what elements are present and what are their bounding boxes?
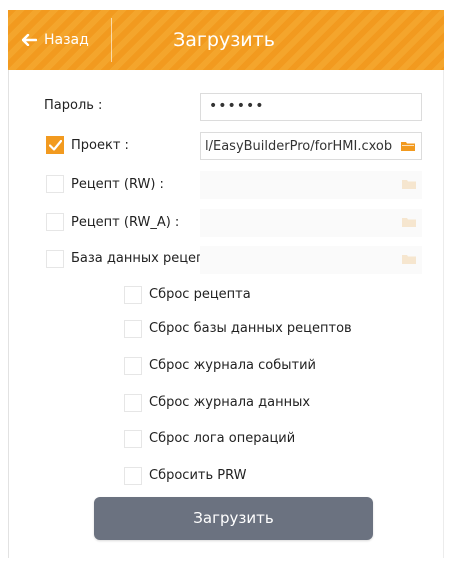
project-path-field[interactable]: l/EasyBuilderPro/forHMI.cxob bbox=[200, 132, 422, 160]
recipe-rw-checkbox[interactable] bbox=[46, 175, 64, 193]
reset-data-log-label: Сброс журнала данных bbox=[149, 395, 311, 410]
upload-button[interactable]: Загрузить bbox=[94, 497, 373, 540]
reset-operation-log-label: Сброс лога операций bbox=[149, 431, 296, 446]
back-label: Назад bbox=[44, 32, 89, 48]
folder-icon[interactable] bbox=[401, 141, 415, 151]
folder-icon bbox=[402, 255, 416, 264]
reset-recipe-db-label: Сброс базы данных рецептов bbox=[149, 321, 352, 336]
checkmark-icon bbox=[49, 140, 62, 151]
reset-recipe-db-checkbox[interactable] bbox=[124, 320, 142, 338]
folder-icon bbox=[402, 180, 416, 189]
reset-data-log-checkbox[interactable] bbox=[124, 394, 142, 412]
recipe-rw-a-path-field bbox=[200, 209, 422, 237]
project-label: Проект : bbox=[71, 138, 129, 153]
project-path: l/EasyBuilderPro/forHMI.cxob bbox=[205, 139, 393, 154]
recipe-rw-label: Рецепт (RW) : bbox=[71, 177, 164, 192]
password-label: Пароль : bbox=[44, 98, 103, 113]
recipe-db-checkbox[interactable] bbox=[46, 250, 64, 268]
project-checkbox[interactable] bbox=[46, 136, 64, 154]
password-field[interactable]: •••••• bbox=[200, 93, 422, 121]
reset-recipe-checkbox[interactable] bbox=[124, 286, 142, 304]
recipe-rw-a-label: Рецепт (RW_A) : bbox=[71, 215, 180, 230]
arrow-left-icon bbox=[22, 34, 37, 46]
password-value: •••••• bbox=[209, 98, 265, 114]
back-button[interactable]: Назад bbox=[8, 10, 111, 70]
panel-border-left bbox=[8, 70, 9, 558]
reset-event-log-checkbox[interactable] bbox=[124, 357, 142, 375]
reset-prw-checkbox[interactable] bbox=[124, 467, 142, 485]
recipe-rw-path-field bbox=[200, 171, 422, 199]
page-title-text: Загрузить bbox=[173, 29, 275, 51]
page-title: Загрузить bbox=[112, 10, 444, 70]
reset-operation-log-checkbox[interactable] bbox=[124, 430, 142, 448]
reset-prw-label: Сбросить PRW bbox=[149, 468, 247, 483]
header-bar: Назад Загрузить bbox=[8, 10, 444, 70]
panel-border-right bbox=[443, 70, 444, 558]
reset-recipe-label: Сброс рецепта bbox=[149, 287, 251, 302]
recipe-db-path-field bbox=[200, 246, 422, 274]
reset-event-log-label: Сброс журнала событий bbox=[149, 358, 316, 373]
folder-icon bbox=[402, 218, 416, 227]
recipe-rw-a-checkbox[interactable] bbox=[46, 213, 64, 231]
